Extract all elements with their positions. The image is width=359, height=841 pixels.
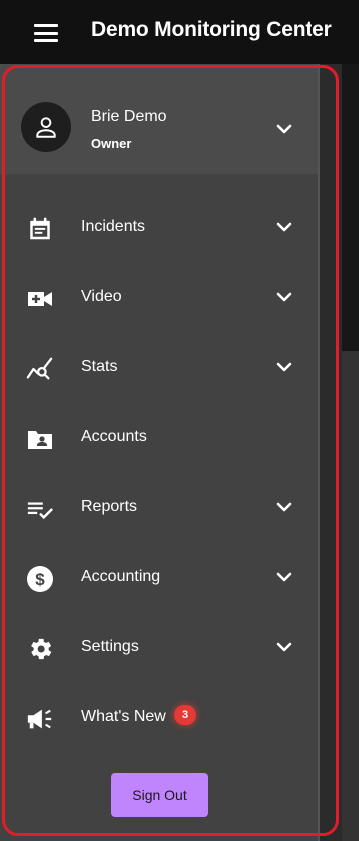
drawer-scrollbar[interactable] <box>318 64 320 841</box>
menu-item-whats-new[interactable]: What's New 3 <box>0 687 318 747</box>
menu-item-label: Stats <box>81 358 118 375</box>
menu-item-label: Accounts <box>81 428 147 445</box>
menu-item-incidents[interactable]: Incidents <box>0 197 318 257</box>
megaphone-icon <box>26 705 54 733</box>
navigation-drawer: Brie Demo Owner Incidents Video Stats Ac… <box>0 64 318 841</box>
chevron-down-icon[interactable] <box>276 362 292 372</box>
menu-item-label: Video <box>81 288 122 305</box>
profile-name: Brie Demo <box>91 108 167 125</box>
app-title: Demo Monitoring Center <box>91 18 332 41</box>
menu-item-reports[interactable]: Reports <box>0 477 318 537</box>
app-bar: Demo Monitoring Center <box>0 0 359 64</box>
content-backdrop <box>318 64 359 841</box>
profile-role: Owner <box>91 136 132 151</box>
person-icon <box>36 117 56 138</box>
profile-section[interactable]: Brie Demo Owner <box>0 64 318 174</box>
gear-icon <box>26 635 54 663</box>
menu-item-label: Settings <box>81 638 139 655</box>
menu-item-accounts[interactable]: Accounts <box>0 407 318 467</box>
menu-item-label: Incidents <box>81 218 146 235</box>
video-plus-icon <box>26 285 54 313</box>
sign-out-button[interactable]: Sign Out <box>111 773 208 817</box>
chevron-down-icon[interactable] <box>276 124 292 134</box>
avatar <box>21 102 71 152</box>
dollar-circle-icon: $ <box>26 565 54 593</box>
chart-search-icon <box>26 355 54 383</box>
menu-item-label: Accounting <box>81 568 161 585</box>
menu-item-label: Reports <box>81 498 138 515</box>
notification-badge: 3 <box>174 705 196 725</box>
hamburger-icon[interactable] <box>34 24 58 42</box>
menu-item-video[interactable]: Video <box>0 267 318 327</box>
menu-item-settings[interactable]: Settings <box>0 617 318 677</box>
chevron-down-icon[interactable] <box>276 572 292 582</box>
calendar-list-icon <box>26 215 54 243</box>
menu-item-stats[interactable]: Stats <box>0 337 318 397</box>
chevron-down-icon[interactable] <box>276 642 292 652</box>
menu-item-label: What's New <box>81 708 166 725</box>
chevron-down-icon[interactable] <box>276 502 292 512</box>
folder-user-icon <box>26 425 54 453</box>
list-check-icon <box>26 495 54 523</box>
menu-item-accounting[interactable]: $ Accounting <box>0 547 318 607</box>
svg-text:$: $ <box>35 570 45 589</box>
chevron-down-icon[interactable] <box>276 222 292 232</box>
chevron-down-icon[interactable] <box>276 292 292 302</box>
